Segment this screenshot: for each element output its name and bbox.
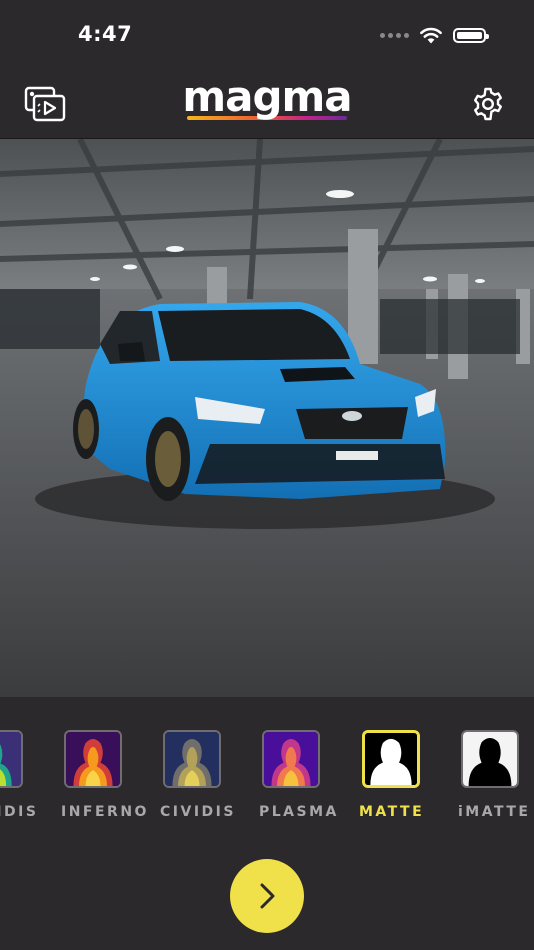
filter-cividis-thumbnail — [163, 730, 221, 788]
logo-text: magma — [182, 72, 352, 121]
filter-viridis-label: VIRIDIS — [0, 804, 39, 820]
filter-plasma[interactable]: PLASMA — [259, 730, 339, 820]
wifi-icon — [420, 27, 442, 44]
filter-cividis[interactable]: CIVIDIS — [160, 730, 236, 820]
nav-bar: magma — [0, 70, 534, 139]
filter-matte-thumbnail — [362, 730, 420, 788]
settings-button[interactable] — [466, 82, 510, 126]
filter-inferno[interactable]: INFERNO — [61, 730, 149, 820]
filter-plasma-thumbnail — [262, 730, 320, 788]
filter-cividis-label: CIVIDIS — [160, 804, 236, 820]
gear-icon — [474, 87, 502, 121]
filter-imatte-thumbnail — [461, 730, 519, 788]
next-button[interactable] — [230, 859, 304, 933]
status-time: 4:47 — [78, 22, 133, 46]
filter-inferno-label: INFERNO — [61, 804, 149, 820]
car-photo — [0, 139, 534, 697]
app-logo: magma — [0, 74, 534, 120]
filter-imatte[interactable]: iMATTE — [458, 730, 531, 820]
status-icons — [380, 26, 489, 44]
filter-viridis[interactable]: VIRIDIS — [0, 730, 39, 820]
filter-matte-label: MATTE — [359, 804, 425, 820]
filter-imatte-label: iMATTE — [458, 804, 531, 820]
filter-matte[interactable]: MATTE — [359, 730, 423, 820]
cellular-signal-icon — [380, 32, 409, 38]
status-bar: 4:47 — [0, 0, 534, 70]
filter-plasma-label: PLASMA — [259, 804, 339, 820]
photo-preview[interactable] — [0, 139, 534, 697]
filter-inferno-thumbnail — [64, 730, 122, 788]
battery-icon — [453, 27, 489, 43]
filter-carousel[interactable]: VIRIDIS INFERNO CIVIDIS — [0, 720, 534, 840]
chevron-right-icon — [260, 883, 275, 909]
filter-viridis-thumbnail — [0, 730, 23, 788]
